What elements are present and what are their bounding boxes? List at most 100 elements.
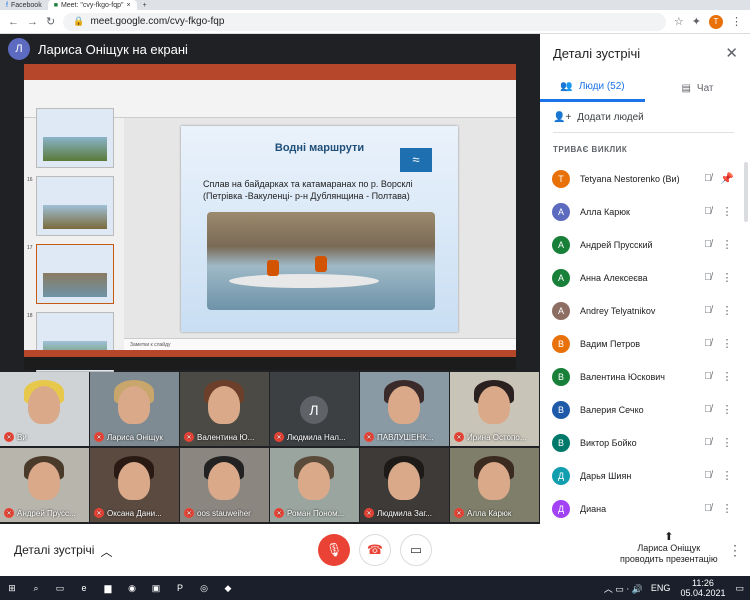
notifications-icon[interactable]: ▭ bbox=[735, 583, 744, 594]
participant-face bbox=[388, 462, 420, 500]
camera-toggle-button[interactable]: ▭ bbox=[400, 534, 432, 566]
windows-start-icon[interactable]: ⊞ bbox=[0, 576, 24, 600]
mic-off-icon: ✕ bbox=[454, 508, 464, 518]
participant-row[interactable]: T Tetyana Nestorenko (Ви) 🎙̸ 📌 bbox=[552, 162, 738, 195]
participant-avatar: Д bbox=[552, 499, 570, 518]
tray-icons[interactable]: ︿ ▭ ⋅ 🔊 bbox=[604, 582, 643, 595]
meeting-details-button[interactable]: Деталі зустрічі ︿ bbox=[14, 543, 112, 560]
search-icon[interactable]: ⌕ bbox=[24, 576, 48, 600]
profile-avatar[interactable]: T bbox=[709, 14, 723, 29]
new-tab-icon[interactable]: + bbox=[143, 2, 147, 9]
participant-tile[interactable]: Л ✕ Людмила Нал... bbox=[270, 372, 359, 446]
app-icon[interactable]: ◆ bbox=[216, 576, 240, 600]
chevron-up-icon: ︿ bbox=[100, 545, 113, 559]
participant-tile[interactable]: ✕ Валентина Ю... bbox=[180, 372, 269, 446]
more-options-icon[interactable]: ⋮ bbox=[716, 370, 738, 383]
meeting-details-panel: Деталі зустрічі ✕ 👥 Люди (52) ▤ Чат 👤+ Дода… bbox=[540, 34, 750, 524]
tab-chat[interactable]: ▤ Чат bbox=[645, 74, 750, 102]
participant-tile[interactable]: ✕ Лариса Оніщук bbox=[90, 372, 179, 446]
viber-icon[interactable]: ◉ bbox=[120, 576, 144, 600]
shared-taskbar bbox=[24, 357, 516, 370]
file-explorer-icon[interactable]: ▆ bbox=[96, 576, 120, 600]
participant-row[interactable]: Д Дарья Шиян 🎙̸ ⋮ bbox=[552, 459, 738, 492]
participant-label: ✕ ПАВЛУШЕНК... bbox=[364, 432, 445, 442]
url-text: meet.google.com/cvy-fkgo-fqp bbox=[90, 16, 225, 27]
mic-toggle-button[interactable]: 🎙 bbox=[318, 534, 350, 566]
mic-off-icon: ✕ bbox=[4, 508, 14, 518]
participant-name: Andrey Telyatnikov bbox=[580, 305, 656, 316]
participant-label: ✕ Ви bbox=[4, 432, 85, 442]
task-view-icon[interactable]: ▭ bbox=[48, 576, 72, 600]
participant-row[interactable]: А Алла Карюк 🎙̸ ⋮ bbox=[552, 195, 738, 228]
tab-people[interactable]: 👥 Люди (52) bbox=[540, 74, 645, 102]
leave-call-button[interactable]: ☎ bbox=[359, 534, 391, 566]
reload-icon[interactable]: ↻ bbox=[46, 15, 55, 28]
panel-title: Деталі зустрічі bbox=[553, 46, 641, 61]
participant-row[interactable]: В Виктор Бойко 🎙̸ ⋮ bbox=[552, 426, 738, 459]
participant-tile[interactable]: ✕ Людмила Заг... bbox=[360, 448, 449, 522]
current-slide: Водні маршрути ≈ Сплав на байдарках та к… bbox=[181, 126, 458, 332]
more-options-icon[interactable]: ⋮ bbox=[728, 542, 742, 559]
present-screen-icon: ⬆ bbox=[664, 531, 674, 543]
add-people-button[interactable]: 👤+ Додати людей bbox=[553, 112, 644, 123]
more-options-icon[interactable]: ⋮ bbox=[716, 502, 738, 515]
back-icon[interactable]: ← bbox=[8, 16, 19, 28]
clock[interactable]: 11:26 05.04.2021 bbox=[680, 578, 725, 598]
participant-tile[interactable]: ✕ Ирина Остопо... bbox=[450, 372, 539, 446]
slide-notes: Заметки к слайду bbox=[124, 338, 516, 350]
participant-tile[interactable]: ✕ oos stauweiher bbox=[180, 448, 269, 522]
participant-row[interactable]: В Валентина Юскович 🎙̸ ⋮ bbox=[552, 360, 738, 393]
participant-avatar: В bbox=[552, 334, 570, 353]
participant-tile[interactable]: ✕ Андрей Прусс... bbox=[0, 448, 89, 522]
tab-meet[interactable]: ■ Meet: "cvy-fkgo-fqp" × bbox=[47, 0, 137, 10]
in-call-heading: ТРИВАЄ ВИКЛИК bbox=[553, 145, 628, 154]
participant-name: Виктор Бойко bbox=[580, 437, 637, 448]
more-options-icon[interactable]: ⋮ bbox=[716, 205, 738, 218]
powerpoint-icon[interactable]: P bbox=[168, 576, 192, 600]
star-icon[interactable]: ☆ bbox=[674, 15, 684, 28]
participant-face bbox=[118, 462, 150, 500]
chrome-icon[interactable]: ◎ bbox=[192, 576, 216, 600]
url-field[interactable]: 🔒 meet.google.com/cvy-fkgo-fqp bbox=[63, 12, 666, 31]
facebook-icon: f bbox=[6, 1, 8, 9]
divider bbox=[553, 132, 734, 133]
participant-row[interactable]: A Andrey Telyatnikov 🎙̸ ⋮ bbox=[552, 294, 738, 327]
participant-list-scrollbar[interactable] bbox=[744, 162, 748, 222]
participant-row[interactable]: В Валерия Сечко 🎙̸ ⋮ bbox=[552, 393, 738, 426]
participant-label: ✕ Ирина Остопо... bbox=[454, 432, 535, 442]
language-indicator[interactable]: ENG bbox=[651, 583, 671, 593]
app-icon[interactable]: ▣ bbox=[144, 576, 168, 600]
participant-label: ✕ Оксана Дани... bbox=[94, 508, 175, 518]
forward-icon[interactable]: → bbox=[27, 16, 38, 28]
close-tab-icon[interactable]: × bbox=[126, 2, 130, 9]
participant-tile[interactable]: ✕ Оксана Дани... bbox=[90, 448, 179, 522]
more-options-icon[interactable]: ⋮ bbox=[716, 304, 738, 317]
browser-menu-icon[interactable]: ⋮ bbox=[731, 15, 742, 28]
more-options-icon[interactable]: ⋮ bbox=[716, 337, 738, 350]
participant-row[interactable]: А Анна Алексеєва 🎙̸ ⋮ bbox=[552, 261, 738, 294]
pin-icon[interactable]: 📌 bbox=[716, 172, 738, 185]
mic-off-icon: 🎙̸ bbox=[704, 305, 712, 316]
participant-row[interactable]: В Вадим Петров 🎙̸ ⋮ bbox=[552, 327, 738, 360]
participant-label: ✕ Андрей Прусс... bbox=[4, 508, 85, 518]
presenting-indicator[interactable]: ⬆ Лариса Оніщук проводить презентацію bbox=[620, 532, 718, 565]
paddler-shape bbox=[315, 256, 327, 272]
more-options-icon[interactable]: ⋮ bbox=[716, 436, 738, 449]
participant-row[interactable]: А Андрей Прусский 🎙̸ ⋮ bbox=[552, 228, 738, 261]
tab-facebook[interactable]: f Facebook bbox=[0, 0, 48, 10]
extensions-icon[interactable]: ✦ bbox=[692, 15, 701, 28]
more-options-icon[interactable]: ⋮ bbox=[716, 238, 738, 251]
more-options-icon[interactable]: ⋮ bbox=[716, 469, 738, 482]
more-options-icon[interactable]: ⋮ bbox=[716, 403, 738, 416]
participant-tile[interactable]: ✕ Алла Карюк bbox=[450, 448, 539, 522]
participant-name: Вадим Петров bbox=[580, 338, 641, 349]
participant-tile[interactable]: ✕ ПАВЛУШЕНК... bbox=[360, 372, 449, 446]
more-options-icon[interactable]: ⋮ bbox=[716, 271, 738, 284]
participant-name: Валентина Юскович bbox=[580, 371, 665, 382]
participant-tile[interactable]: ✕ Ви bbox=[0, 372, 89, 446]
edge-icon[interactable]: e bbox=[72, 576, 96, 600]
close-icon[interactable]: ✕ bbox=[725, 44, 738, 62]
participant-tile[interactable]: ✕ Роман Поном... bbox=[270, 448, 359, 522]
presentation-header: Л Лариса Оніщук на екрані bbox=[8, 38, 188, 60]
participant-row[interactable]: Д Диана 🎙̸ ⋮ bbox=[552, 492, 738, 525]
